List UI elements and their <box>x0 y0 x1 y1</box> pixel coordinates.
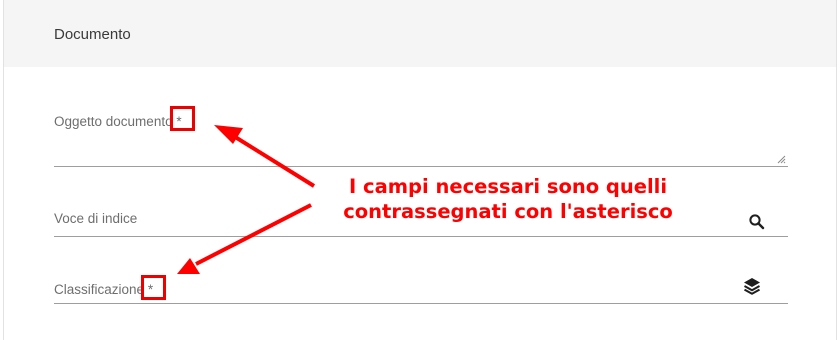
callout-line-1: I campi necessari sono quelli <box>348 175 668 198</box>
annotation-callout: I campi necessari sono quelli contrasseg… <box>318 174 698 224</box>
callout-line-2: contrassegnati con l'asterisco <box>343 200 673 223</box>
annotation-arrows <box>177 125 316 274</box>
